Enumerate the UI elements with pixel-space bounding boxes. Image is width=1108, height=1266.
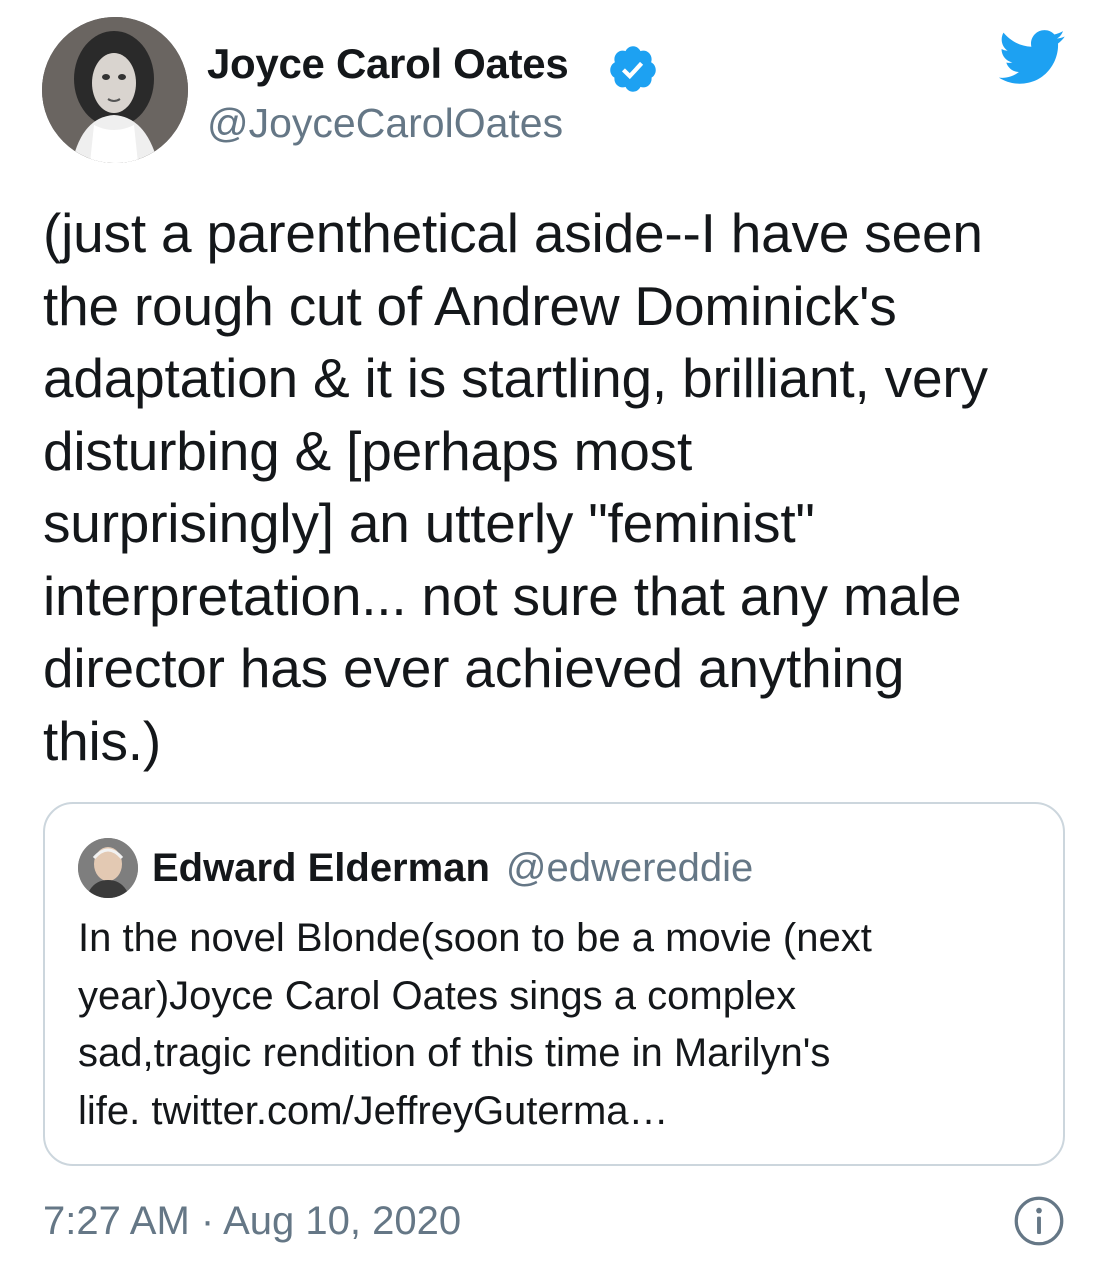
author-name[interactable]: Joyce Carol Oates — [207, 38, 569, 90]
quoted-tweet-card[interactable]: Edward Elderman @edwereddie In the novel … — [43, 802, 1065, 1166]
twitter-bird-icon[interactable] — [996, 28, 1066, 86]
quoted-author-avatar[interactable] — [78, 838, 138, 898]
verified-badge-icon — [610, 46, 656, 92]
quoted-author-name[interactable]: Edward Elderman — [152, 846, 490, 890]
quoted-author-handle[interactable]: @edwereddie — [506, 846, 753, 890]
author-handle[interactable]: @JoyceCarolOates — [207, 98, 563, 148]
info-icon[interactable] — [1013, 1195, 1065, 1247]
quoted-tweet-text: In the novel Blonde(soon to be a movie (… — [78, 916, 872, 1133]
tweet-text: (just a parenthetical aside--I have seen… — [43, 202, 988, 772]
tweet-timestamp[interactable]: 7:27 AM · Aug 10, 2020 — [43, 1196, 461, 1246]
author-avatar[interactable] — [42, 17, 188, 163]
